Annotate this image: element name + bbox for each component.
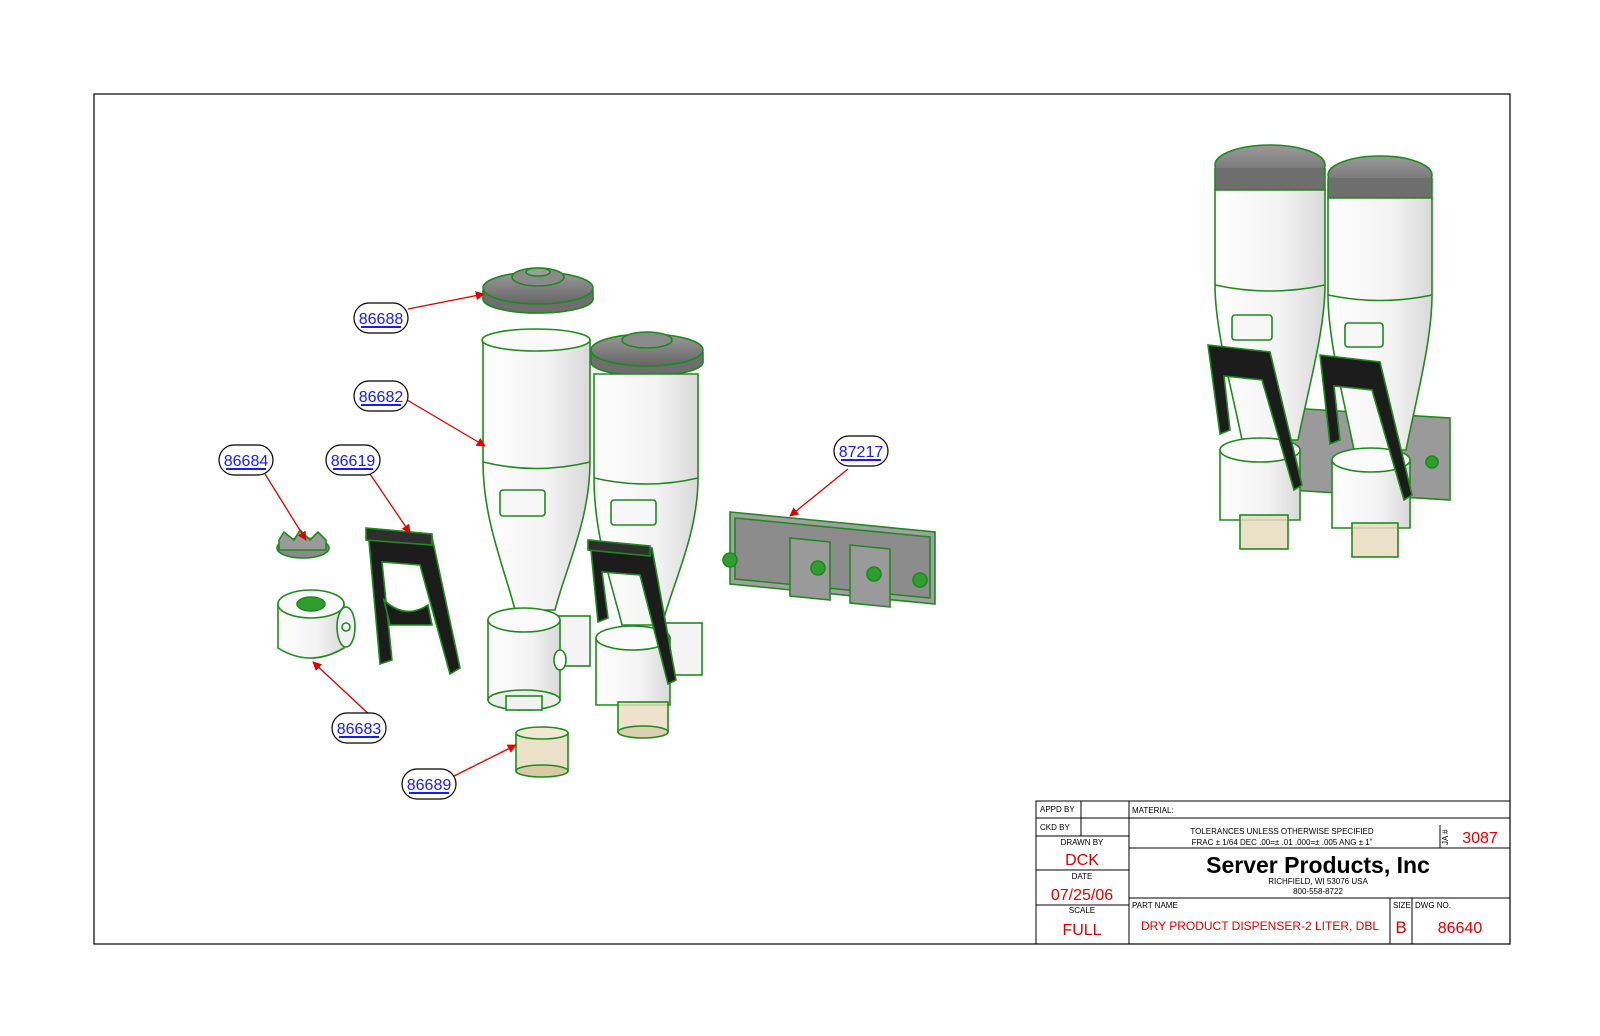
cup-part bbox=[515, 726, 569, 778]
company-phone: 800-558-8722 bbox=[1293, 887, 1343, 896]
balloon-86684: 86684 bbox=[218, 444, 274, 476]
drawn-by-label: DRAWN BY bbox=[1061, 838, 1104, 847]
size-label: SIZE bbox=[1393, 901, 1411, 910]
balloon-label: 86689 bbox=[407, 777, 452, 794]
cap-part bbox=[482, 267, 594, 314]
leader-86683 bbox=[312, 661, 374, 719]
leader-86689 bbox=[453, 744, 517, 777]
ja-label: JA # bbox=[1441, 829, 1450, 845]
date-label: DATE bbox=[1072, 872, 1093, 881]
hopper-open bbox=[481, 328, 591, 611]
balloon-label: 86684 bbox=[224, 453, 269, 470]
part-name-value: DRY PRODUCT DISPENSER-2 LITER, DBL bbox=[1141, 919, 1379, 933]
title-block-text: APPD BY CKD BY DRAWN BY DCK DATE 07/25/0… bbox=[1040, 805, 1498, 939]
drawn-by-value: DCK bbox=[1065, 852, 1099, 869]
balloon-label: 86619 bbox=[331, 453, 376, 470]
drawing-sheet: 86688 86682 86684 86619 87217 86683 8668… bbox=[93, 93, 1511, 945]
leader-86688 bbox=[407, 291, 485, 310]
bracket-part bbox=[722, 511, 936, 608]
company-address: RICHFIELD, WI 53076 USA bbox=[1268, 877, 1368, 886]
dwg-no-value: 86640 bbox=[1438, 920, 1483, 937]
housing-open bbox=[487, 607, 591, 711]
exploded-view bbox=[276, 267, 936, 778]
balloon-label: 87217 bbox=[839, 444, 884, 461]
size-value: B bbox=[1395, 918, 1406, 937]
dwg-no-label: DWG NO. bbox=[1415, 901, 1451, 910]
handle-part bbox=[365, 527, 461, 676]
ja-number: 3087 bbox=[1462, 830, 1498, 847]
leader-86684 bbox=[264, 473, 307, 541]
leader-87217 bbox=[789, 468, 849, 517]
hopper-assembled bbox=[587, 331, 704, 739]
scale-value: FULL bbox=[1062, 922, 1101, 939]
balloon-86619: 86619 bbox=[325, 444, 381, 476]
balloon-label: 86688 bbox=[359, 311, 404, 328]
part-name-label: PART NAME bbox=[1132, 901, 1178, 910]
scale-label: SCALE bbox=[1069, 906, 1095, 915]
date-value: 07/25/06 bbox=[1051, 887, 1113, 904]
company-name: Server Products, Inc bbox=[1206, 852, 1430, 878]
assembled-view bbox=[1207, 144, 1451, 558]
balloon-86683: 86683 bbox=[331, 712, 387, 744]
balloon-87217: 87217 bbox=[833, 435, 889, 467]
leader-86682 bbox=[406, 399, 486, 447]
ckd-by-label: CKD BY bbox=[1040, 823, 1070, 832]
balloon-label: 86683 bbox=[337, 721, 382, 738]
balloon-label: 86682 bbox=[359, 389, 404, 406]
tolerances-line-2: FRAC ± 1/64 DEC .00=± .01 .000=± .005 AN… bbox=[1192, 838, 1373, 847]
tolerances-line-1: TOLERANCES UNLESS OTHERWISE SPECIFIED bbox=[1190, 827, 1374, 836]
appd-by-label: APPD BY bbox=[1040, 805, 1075, 814]
balloon-86689: 86689 bbox=[401, 768, 457, 800]
leader-86619 bbox=[369, 473, 411, 534]
balloon-86688: 86688 bbox=[353, 302, 409, 334]
material-label: MATERIAL: bbox=[1132, 806, 1174, 815]
balloon-86682: 86682 bbox=[353, 380, 409, 412]
drum-part bbox=[277, 589, 356, 659]
